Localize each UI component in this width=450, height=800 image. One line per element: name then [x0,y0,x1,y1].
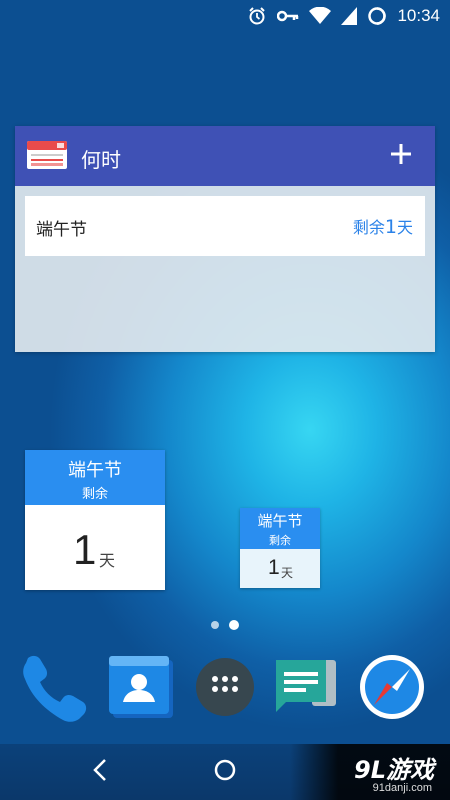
remaining-days: 1 [384,216,397,238]
countdown-subtitle: 剩余 [81,487,108,502]
battery-icon [368,7,387,25]
browser-icon[interactable] [357,652,427,722]
countdown-days: 1 [268,556,280,579]
page-dot[interactable] [211,621,219,629]
countdown-title: 端午节 [68,460,122,481]
contacts-icon[interactable] [107,652,177,722]
vpn-key-icon [277,10,299,22]
app-drawer-icon[interactable] [190,652,260,722]
wifi-icon [309,7,332,24]
plus-icon[interactable] [387,140,415,168]
event-row[interactable]: 端午节 剩余1天 [25,196,425,256]
remaining-unit: 天 [396,218,413,237]
signal-icon [341,7,358,25]
messages-icon[interactable] [272,652,342,722]
calendar-app-icon[interactable] [27,141,67,169]
clock: 10:34 [397,6,440,25]
home-icon[interactable] [213,758,237,782]
countdown-unit: 天 [281,566,294,580]
remaining-prefix: 剩余 [352,218,385,237]
widget-header: 何时 [15,126,435,186]
status-icons: 10:34 [247,4,440,28]
status-bar: 10:34 [0,0,450,30]
countdown-days: 1 [73,526,97,573]
event-name: 端午节 [36,220,87,240]
watermark: 9L游戏 91danji.com [290,744,450,800]
event-remaining: 剩余1天 [353,214,413,238]
countdown-body: 1 天 [240,549,320,588]
countdown-title: 端午节 [257,512,303,530]
countdown-body: 1 天 [25,505,165,590]
page-dot-active[interactable] [229,620,239,630]
watermark-logo: 9L游戏 [354,756,434,784]
back-icon[interactable] [90,758,110,782]
widget-title: 何时 [81,148,121,172]
watermark-url: 91danji.com [372,782,432,794]
countdown-header: 端午节 剩余 [25,450,165,505]
countdown-unit: 天 [99,551,116,570]
countdown-subtitle: 剩余 [269,534,291,547]
phone-icon[interactable] [20,652,90,722]
countdown-widget-small[interactable]: 端午节 剩余 1 天 [240,508,320,588]
countdown-widget-large[interactable]: 端午节 剩余 1 天 [25,450,165,590]
countdown-header: 端午节 剩余 [240,508,320,549]
agenda-widget[interactable]: 何时 端午节 剩余1天 [15,126,435,352]
alarm-icon [249,7,266,25]
